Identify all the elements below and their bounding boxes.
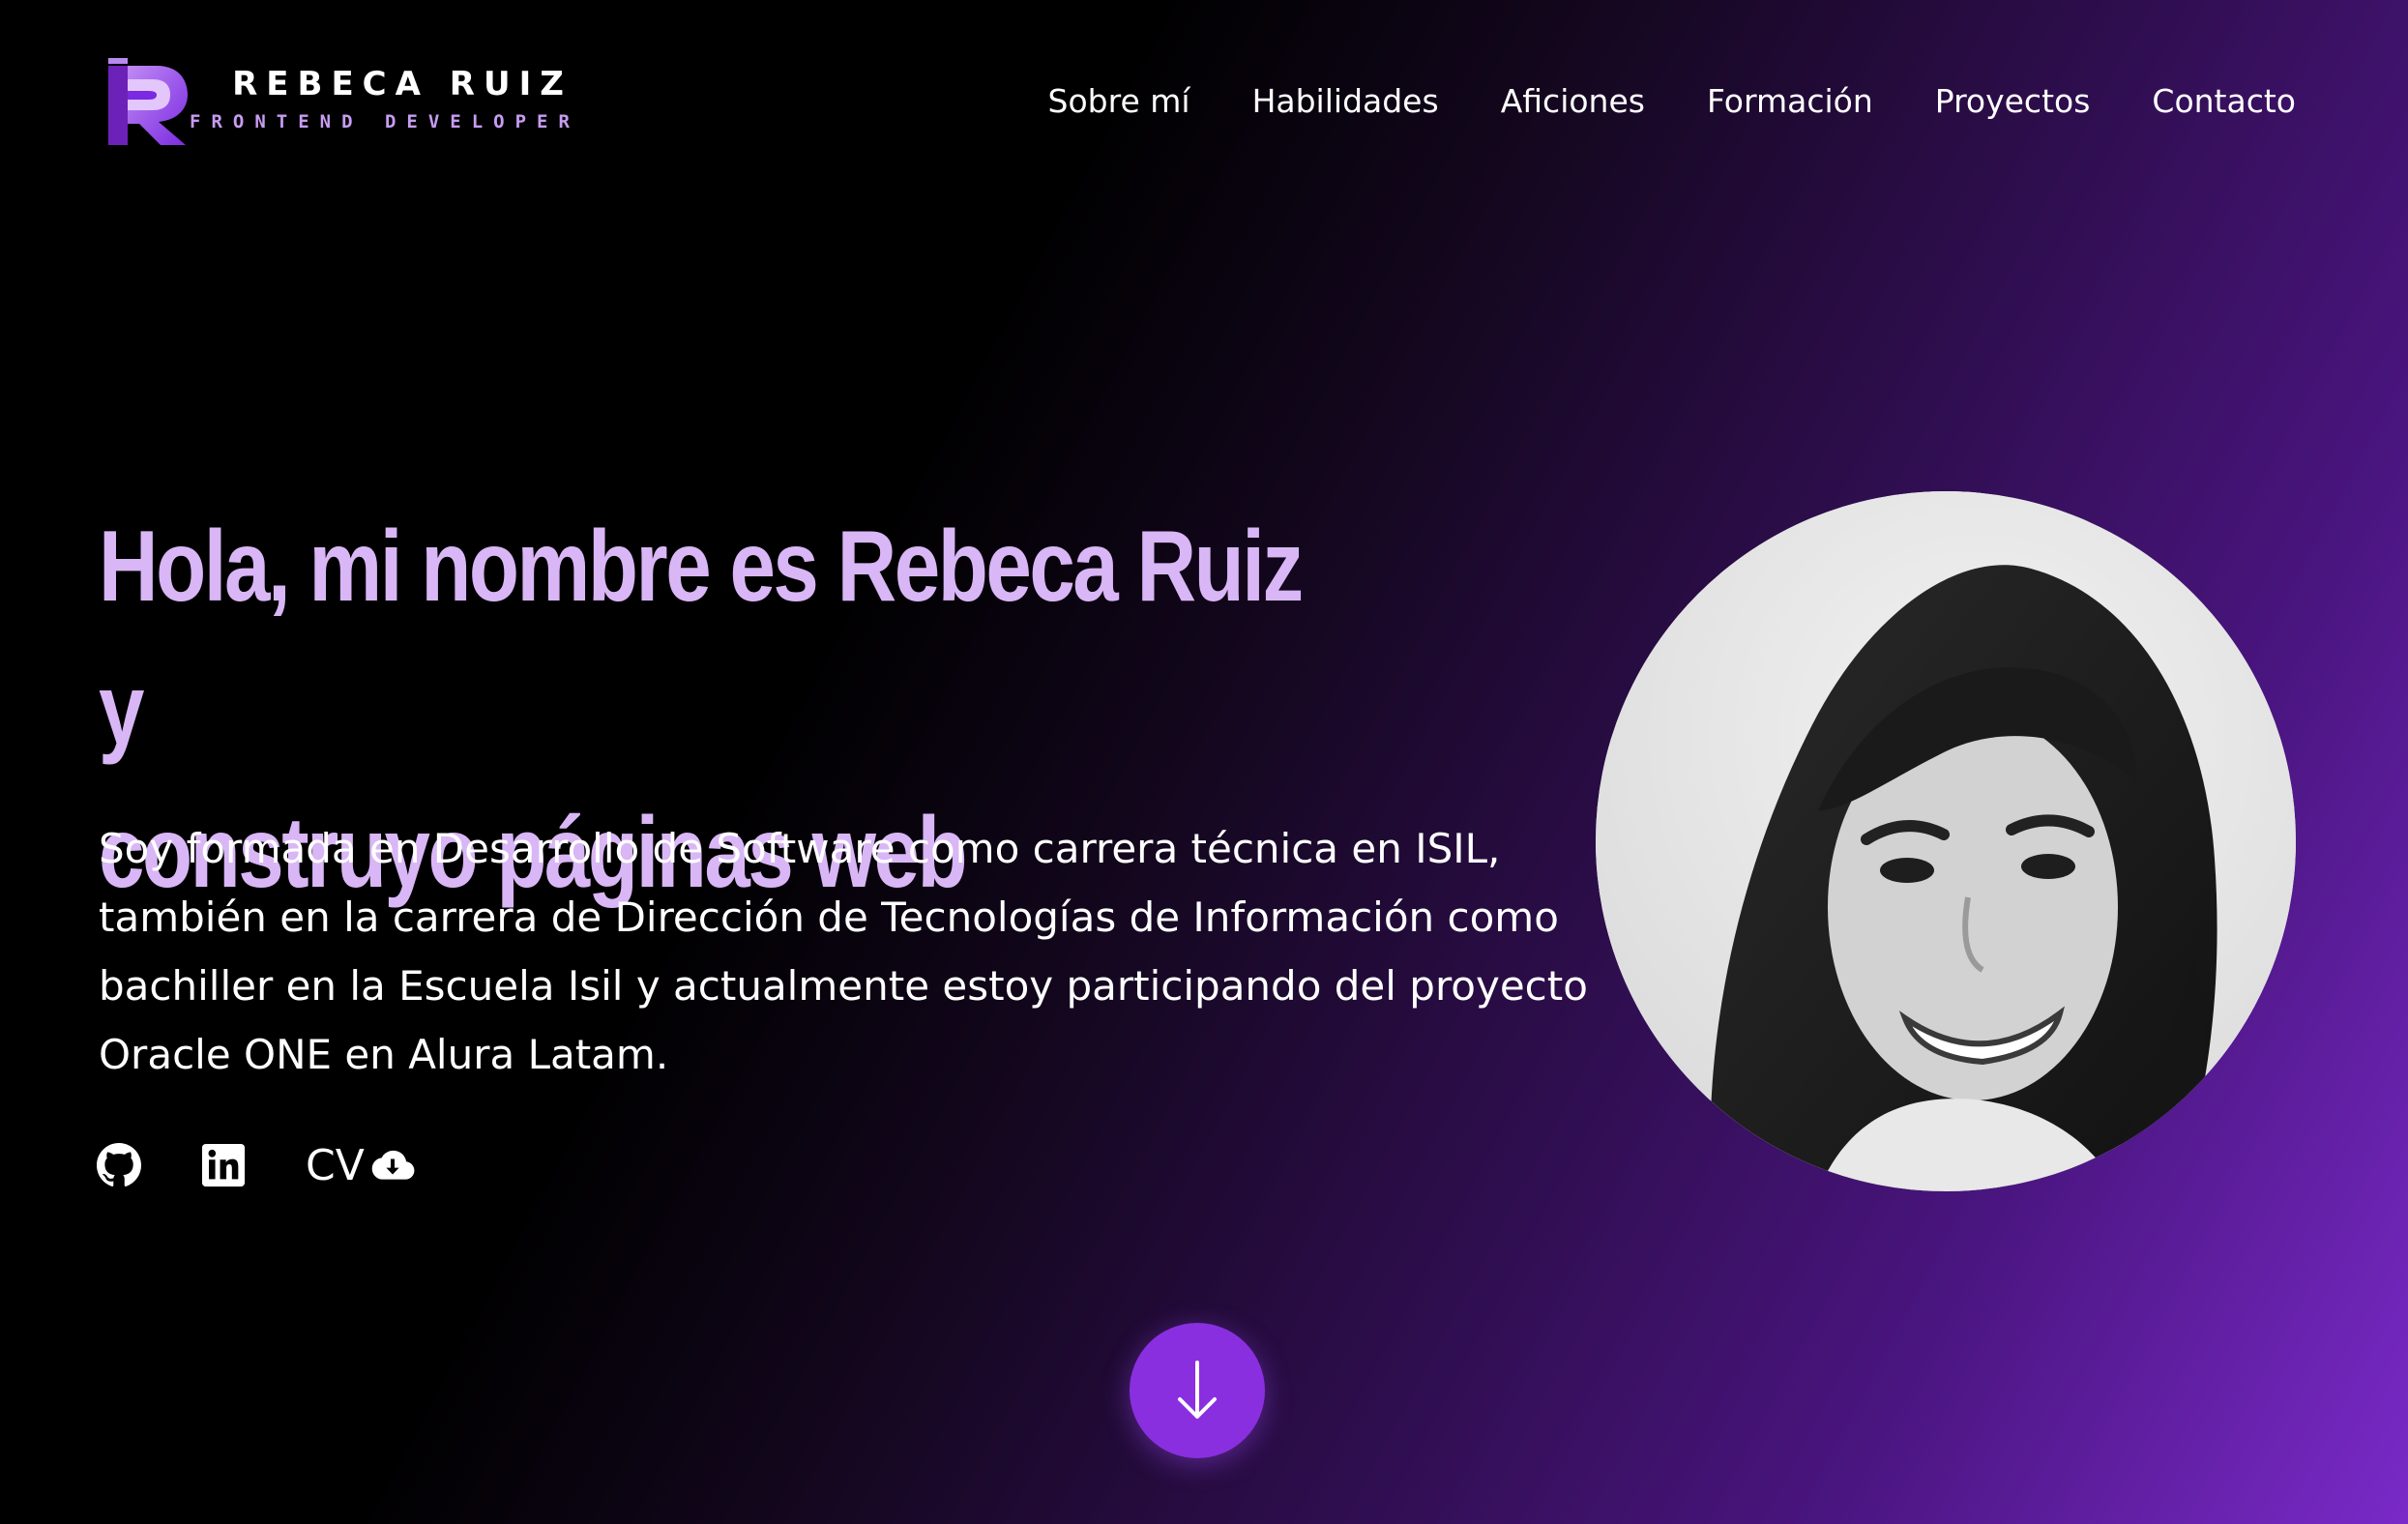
social-links: CV	[97, 1136, 415, 1194]
site-header: REBECA RUIZ FRONTEND DEVELOPER Sobre mí …	[0, 0, 2408, 203]
nav-item-aficiones[interactable]: Aficiones	[1501, 77, 1645, 126]
scroll-down-button[interactable]	[1130, 1323, 1265, 1458]
github-icon	[97, 1143, 141, 1187]
github-link[interactable]	[97, 1143, 141, 1187]
hero-title-line-1: Hola, mi nombre es Rebeca Ruiz y	[99, 511, 1304, 766]
logo-icon[interactable]	[104, 52, 191, 149]
linkedin-icon	[201, 1143, 246, 1187]
nav-item-habilidades[interactable]: Habilidades	[1252, 77, 1439, 126]
brand-role: FRONTEND DEVELOPER	[190, 111, 580, 132]
arrow-down-icon	[1178, 1361, 1217, 1419]
cv-label: CV	[306, 1140, 365, 1190]
brand: REBECA RUIZ FRONTEND DEVELOPER	[190, 64, 615, 135]
nav-item-sobre-mi[interactable]: Sobre mí	[1048, 77, 1190, 126]
hero-description: Soy formada en Desarrollo de Software co…	[99, 825, 1588, 1078]
nav-item-formacion[interactable]: Formación	[1707, 77, 1873, 126]
cv-download-link[interactable]: CV	[306, 1141, 415, 1190]
nav-item-contacto[interactable]: Contacto	[2152, 77, 2296, 126]
main-nav: Sobre mí Habilidades Aficiones Formación…	[1048, 77, 2296, 126]
profile-portrait-image	[1596, 491, 2296, 1191]
page: REBECA RUIZ FRONTEND DEVELOPER Sobre mí …	[0, 0, 2408, 1524]
nav-item-proyectos[interactable]: Proyectos	[1935, 77, 2091, 126]
linkedin-link[interactable]	[201, 1143, 246, 1187]
profile-photo	[1596, 491, 2296, 1191]
brand-name: REBECA RUIZ	[232, 65, 573, 103]
cloud-download-icon	[371, 1150, 415, 1180]
